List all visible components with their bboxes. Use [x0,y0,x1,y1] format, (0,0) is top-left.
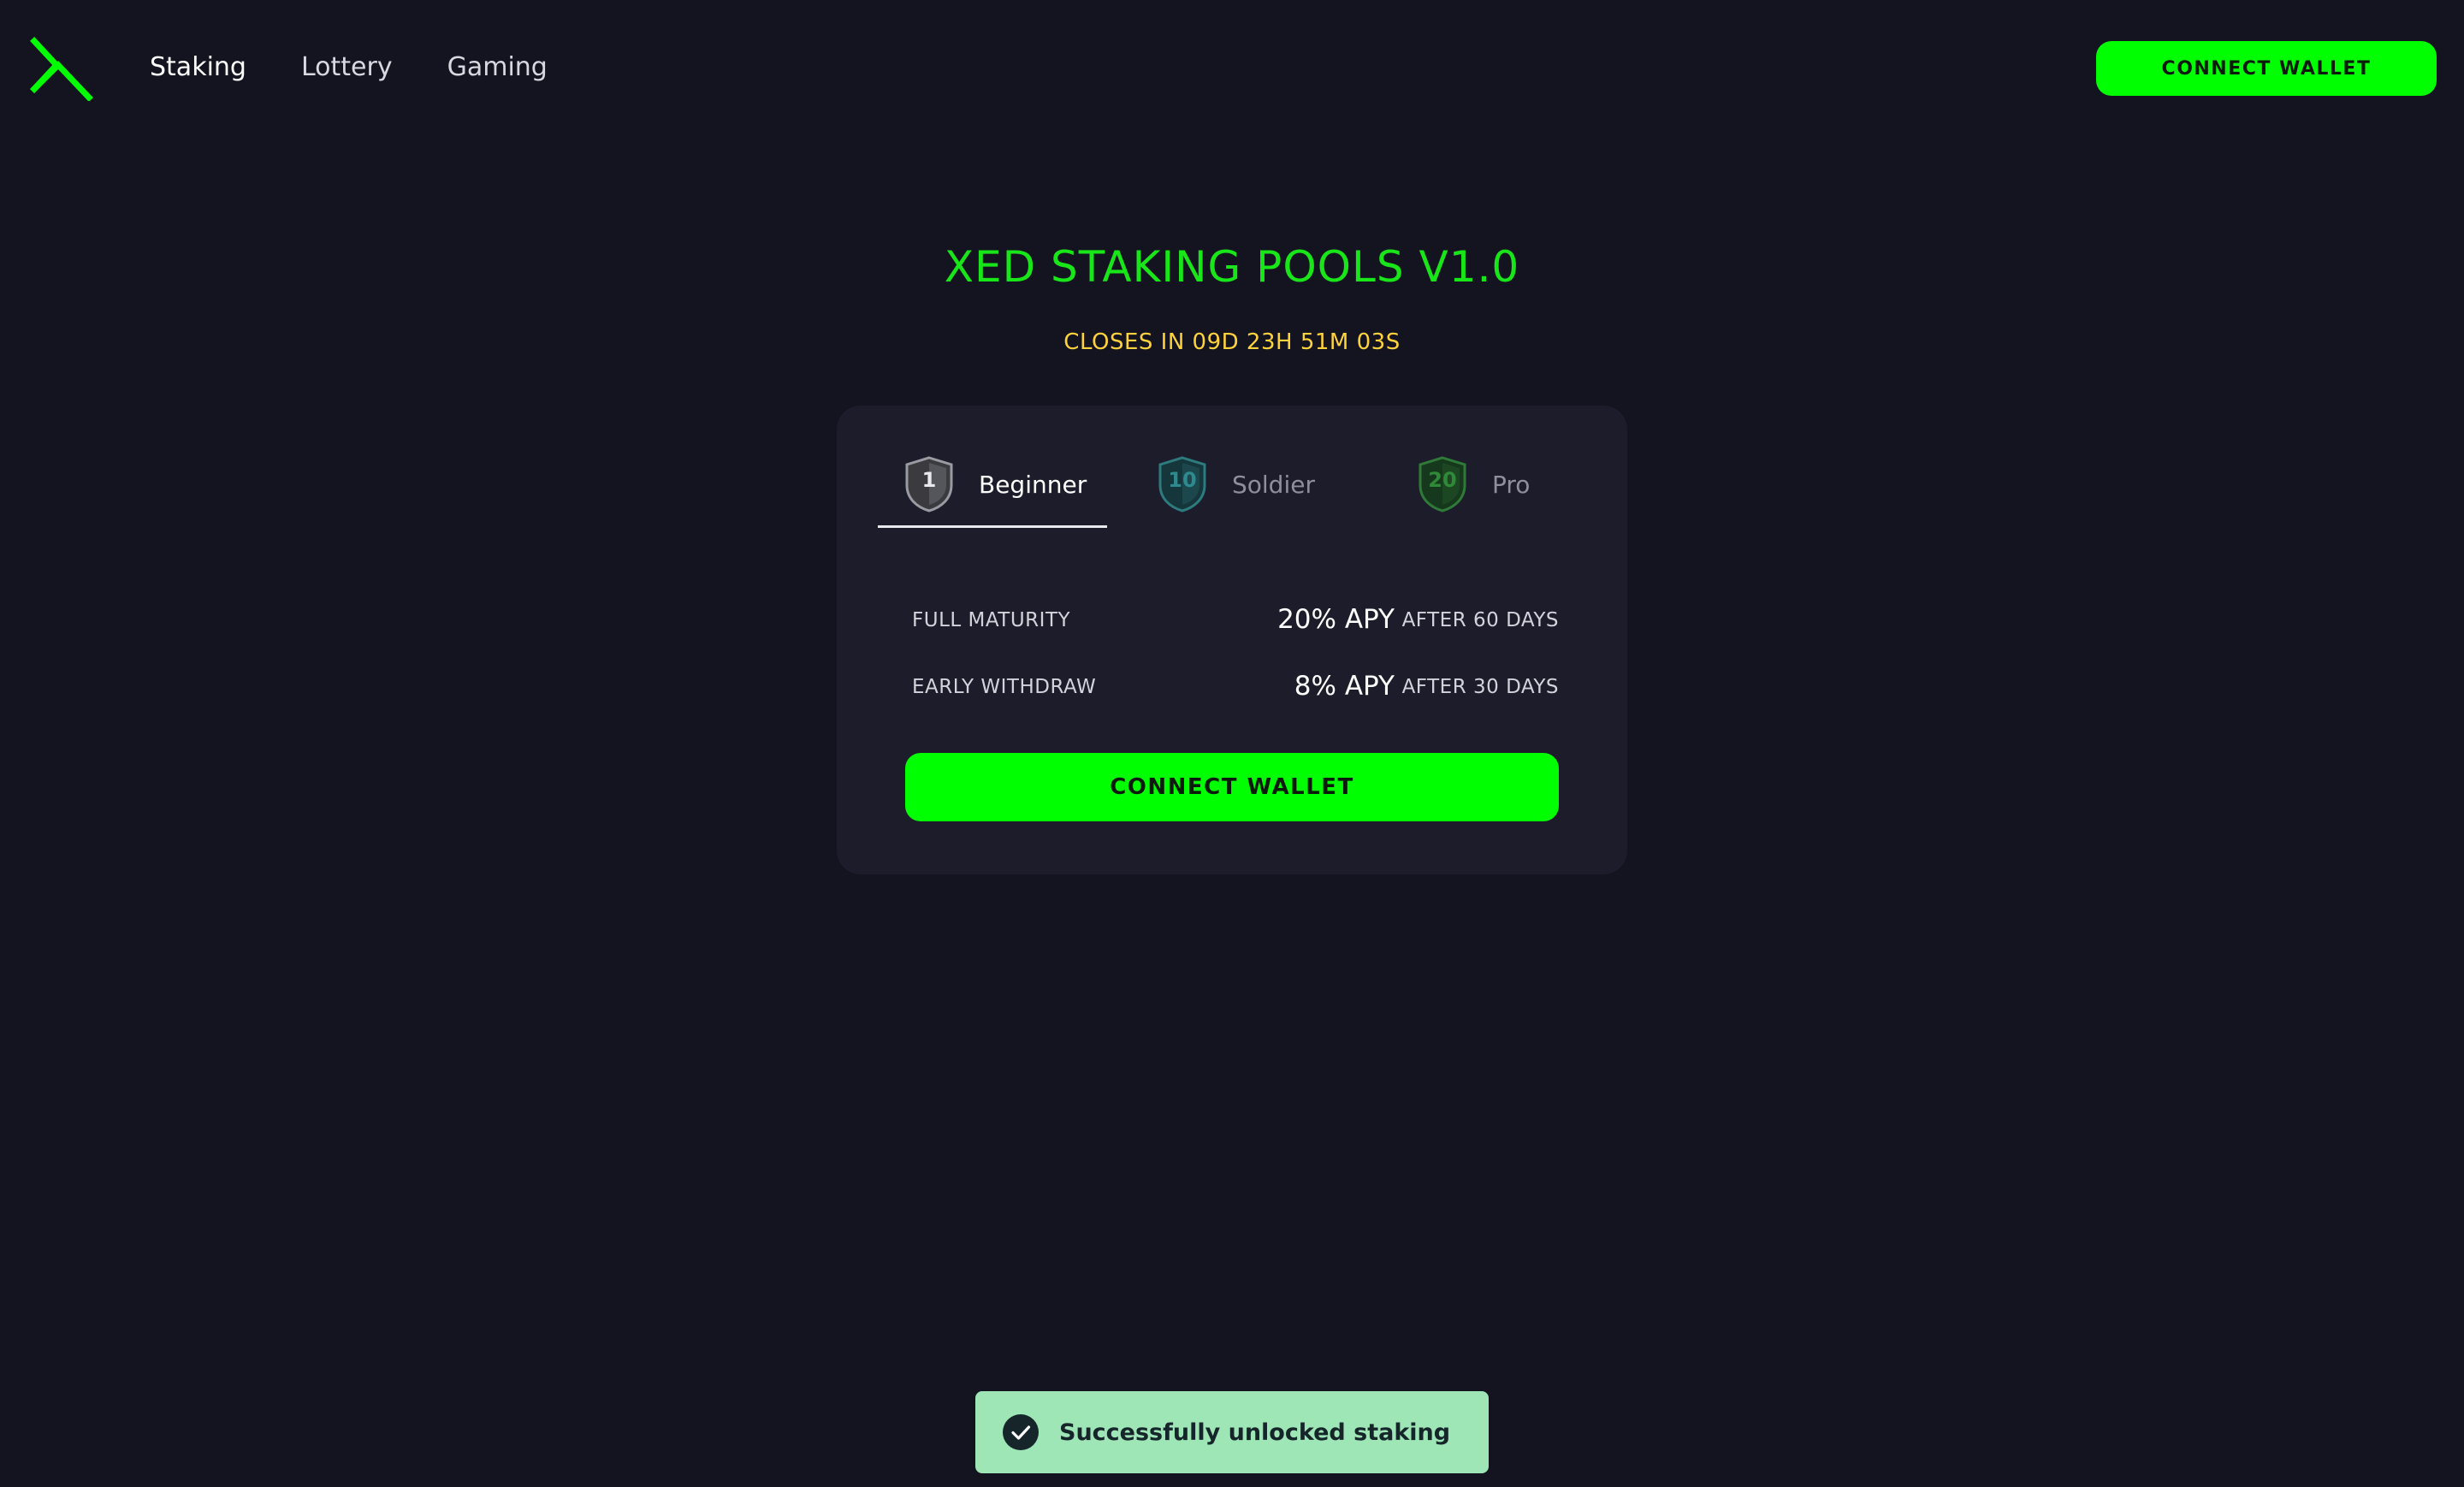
nav-gaming[interactable]: Gaming [447,48,548,87]
rate-duration: AFTER 60 DAYS [1401,609,1559,631]
tier-number: 10 [1168,468,1197,492]
tab-label: Pro [1492,470,1531,499]
tab-beginner[interactable]: 1 Beginner [903,441,1087,527]
check-circle-icon [1003,1414,1039,1450]
countdown-timer: CLOSES IN 09D 23H 51M 03S [1063,329,1401,355]
card-connect-wallet-button[interactable]: CONNECT WALLET [905,753,1559,821]
shield-green-icon: 20 [1417,456,1468,512]
main-nav: Staking Lottery Gaming [150,48,548,87]
brand-logo[interactable] [29,36,94,102]
rate-label: EARLY WITHDRAW [912,676,1097,698]
shield-silver-icon: 1 [903,456,955,512]
toast-message: Successfully unlocked staking [1059,1419,1451,1446]
tab-pro[interactable]: 20 Pro [1417,441,1530,527]
tab-soldier[interactable]: 10 Soldier [1157,441,1315,527]
rate-apy: 8% APY [1294,671,1395,702]
rate-duration: AFTER 30 DAYS [1401,676,1559,698]
page-title: XED STAKING POOLS V1.0 [944,242,1520,292]
tab-label: Beginner [979,470,1087,499]
logo-mark [30,37,93,102]
rate-row-full-maturity: FULL MATURITY 20% APY AFTER 60 DAYS [912,597,1559,664]
nav-lottery[interactable]: Lottery [301,48,393,87]
shield-teal-icon: 10 [1157,456,1208,512]
tier-tabs: 1 Beginner 10 Soldier 20 Pro [878,441,1588,529]
rate-apy: 20% APY [1277,604,1395,635]
tier-number: 1 [921,468,937,492]
rates-list: FULL MATURITY 20% APY AFTER 60 DAYS EARL… [912,597,1559,731]
header-connect-wallet-button[interactable]: CONNECT WALLET [2096,41,2437,96]
staking-pool-card: 1 Beginner 10 Soldier 20 Pro FULL MATURI… [837,406,1627,874]
active-tab-indicator [878,525,1107,528]
success-toast[interactable]: Successfully unlocked staking [975,1391,1489,1473]
nav-staking[interactable]: Staking [150,48,246,87]
tab-label: Soldier [1232,470,1315,499]
rate-row-early-withdraw: EARLY WITHDRAW 8% APY AFTER 30 DAYS [912,664,1559,731]
tier-number: 20 [1428,468,1457,492]
rate-label: FULL MATURITY [912,609,1071,631]
